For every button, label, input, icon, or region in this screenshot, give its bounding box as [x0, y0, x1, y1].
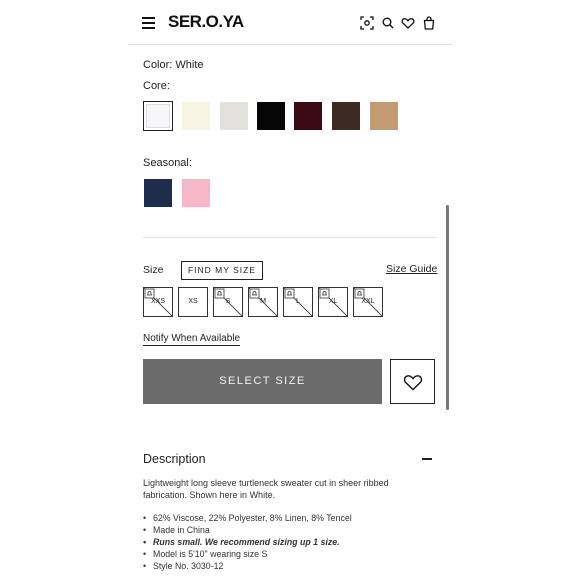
notify-bell-icon — [284, 288, 295, 299]
size-option-xxl[interactable]: XXL — [353, 287, 383, 317]
size-option-s[interactable]: S — [213, 287, 243, 317]
color-label: Color: — [143, 59, 173, 71]
size-label: Size — [143, 264, 164, 276]
list-item: 62% Viscose, 22% Polyester, 8% Linen, 8%… — [143, 512, 352, 524]
notify-bell-icon — [354, 288, 365, 299]
swatch-cream[interactable] — [182, 102, 210, 130]
scrollbar[interactable] — [446, 205, 449, 410]
brand-logo[interactable]: SER.O.YA — [168, 12, 244, 32]
list-item: Model is 5'10" wearing size S — [143, 548, 352, 560]
size-option-m[interactable]: M — [248, 287, 278, 317]
swatch-camel[interactable] — [370, 102, 398, 130]
list-item: Runs small. We recommend sizing up 1 siz… — [143, 536, 352, 548]
size-option-xs[interactable]: XS — [178, 287, 208, 317]
size-option-label: XS — [188, 298, 198, 305]
color-line: Color: White — [143, 59, 204, 71]
top-bar: SER.O.YA — [128, 0, 452, 45]
heart-icon[interactable] — [401, 16, 415, 30]
notify-bell-icon — [249, 288, 260, 299]
swatch-black[interactable] — [257, 102, 285, 130]
collapse-icon[interactable] — [422, 458, 432, 460]
size-option-xl[interactable]: XL — [318, 287, 348, 317]
notify-bell-icon — [144, 288, 155, 299]
core-label: Core: — [143, 80, 170, 92]
size-guide-link[interactable]: Size Guide — [386, 263, 437, 275]
notify-bell-icon — [319, 288, 330, 299]
product-page: SER.O.YA Color: White Core: Seasonal: Si… — [128, 0, 452, 580]
divider — [143, 237, 437, 238]
notify-bell-icon — [214, 288, 225, 299]
color-value: White — [175, 59, 204, 71]
description-text: Lightweight long sleeve turtleneck sweat… — [143, 478, 389, 500]
notify-when-available-link[interactable]: Notify When Available — [143, 333, 241, 346]
swatch-brown[interactable] — [332, 102, 360, 130]
list-item: Style No. 3030-12 — [143, 560, 352, 572]
scan-icon[interactable] — [360, 16, 374, 30]
bag-icon[interactable] — [422, 16, 436, 30]
swatch-burgundy[interactable] — [294, 102, 322, 130]
size-option-xxs[interactable]: XXS — [143, 287, 173, 317]
wishlist-button[interactable] — [390, 359, 435, 404]
seasonal-label: Seasonal: — [143, 157, 192, 169]
search-icon[interactable] — [381, 16, 395, 30]
list-item: Made in China — [143, 524, 352, 536]
description-bullets: 62% Viscose, 22% Polyester, 8% Linen, 8%… — [143, 512, 352, 572]
swatch-navy[interactable] — [144, 179, 172, 207]
find-my-size-button[interactable]: FIND MY SIZE — [181, 261, 263, 280]
select-size-button[interactable]: SELECT SIZE — [143, 359, 382, 404]
swatch-white-selected[interactable] — [143, 101, 173, 131]
swatch-pink[interactable] — [182, 179, 210, 207]
menu-icon[interactable] — [142, 17, 155, 29]
size-option-l[interactable]: L — [283, 287, 313, 317]
swatch-light-grey[interactable] — [220, 102, 248, 130]
heart-icon — [403, 375, 423, 391]
description-heading[interactable]: Description — [143, 452, 206, 466]
